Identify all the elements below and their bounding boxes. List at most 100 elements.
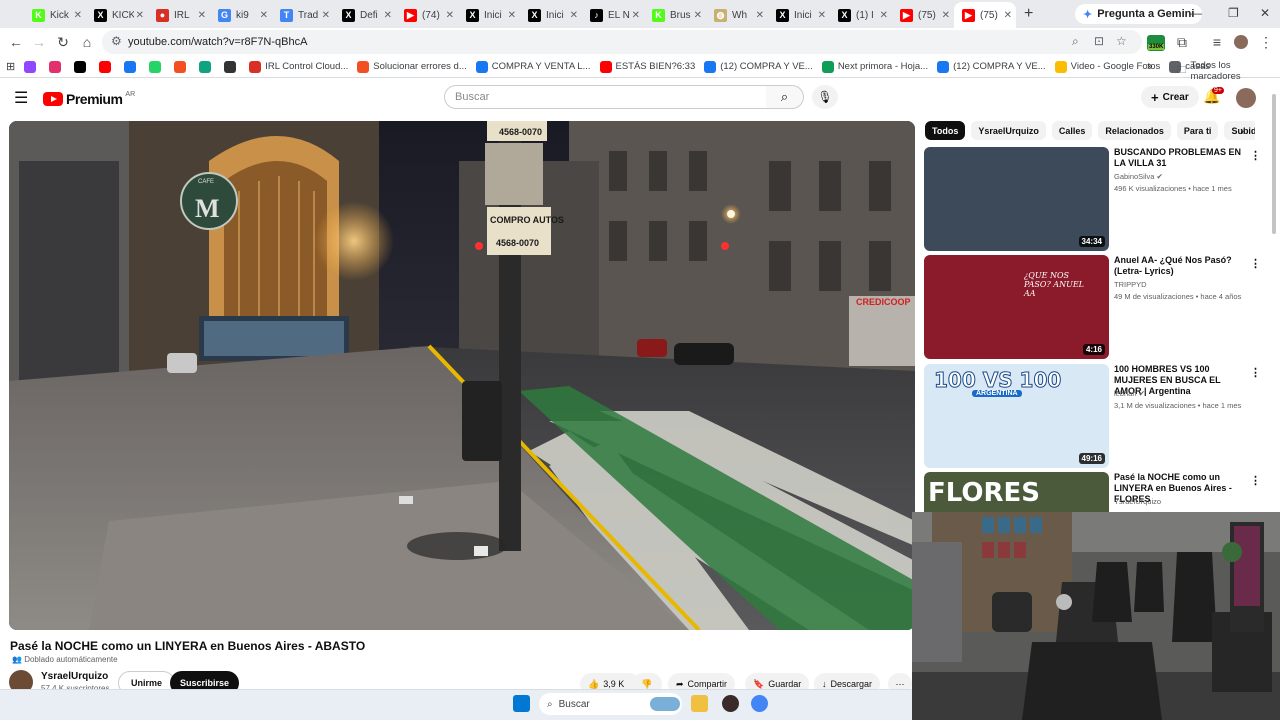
- close-tab-icon[interactable]: ✕: [756, 10, 764, 21]
- channel-name[interactable]: YsraelUrquizo: [41, 671, 108, 682]
- account-avatar[interactable]: [1236, 88, 1256, 108]
- close-tab-icon[interactable]: ✕: [942, 10, 950, 21]
- bookmark-12[interactable]: ESTÁS BIEN?6:33: [599, 60, 695, 73]
- tab-0[interactable]: K Kick ✕: [24, 2, 86, 28]
- all-bookmarks[interactable]: 🗀 Todos los marcadores: [1177, 60, 1280, 82]
- bookmark-7[interactable]: [199, 60, 215, 73]
- tab-8[interactable]: X Inici ✕: [520, 2, 582, 28]
- bookmark-star-icon[interactable]: ☆: [1116, 34, 1127, 48]
- tab-6[interactable]: ▶ (74) ✕: [396, 2, 458, 28]
- bookmark-13[interactable]: (12) COMPRA Y VE...: [704, 60, 813, 73]
- youtube-logo[interactable]: Premium AR: [43, 91, 135, 107]
- new-tab-icon[interactable]: +: [1024, 5, 1042, 23]
- bookmark-15[interactable]: (12) COMPRA Y VE...: [937, 60, 1046, 73]
- hamburger-menu-icon[interactable]: ☰: [14, 88, 28, 108]
- file-explorer-icon[interactable]: [691, 695, 708, 712]
- tab-13[interactable]: X (1) I ✕: [830, 2, 892, 28]
- close-tab-icon[interactable]: ✕: [260, 10, 268, 21]
- close-tab-icon[interactable]: ✕: [818, 10, 826, 21]
- recommended-channel[interactable]: TRIPPYD: [1114, 280, 1147, 289]
- tab-7[interactable]: X Inici ✕: [458, 2, 520, 28]
- video-thumbnail[interactable]: ¿QUE NOS PASO? ANUEL AA 4:16: [924, 255, 1109, 359]
- more-options-icon[interactable]: ⋮: [1250, 257, 1261, 270]
- close-tab-icon[interactable]: ✕: [322, 10, 330, 21]
- bookmark-16[interactable]: Video - Google Fotos: [1054, 60, 1160, 73]
- chip-2[interactable]: Calles: [1051, 121, 1093, 140]
- video-thumbnail[interactable]: 34:34: [924, 147, 1109, 251]
- voice-search-button[interactable]: 🎙: [812, 85, 838, 109]
- tab-12[interactable]: X Inici ✕: [768, 2, 830, 28]
- more-options-icon[interactable]: ⋮: [1250, 149, 1261, 162]
- address-bar[interactable]: ⚙ youtube.com/watch?v=r8F7N-qBhcA ⌕ ⊡ ☆: [102, 30, 1142, 54]
- search-input[interactable]: Buscar: [444, 85, 767, 109]
- tab-9[interactable]: ♪ EL N ✕: [582, 2, 644, 28]
- profile-avatar[interactable]: [1234, 35, 1248, 49]
- tab-3[interactable]: Gki9 ✕: [210, 2, 272, 28]
- tab-15[interactable]: ▶ (75) ✕: [954, 2, 1016, 28]
- close-tab-icon[interactable]: ✕: [570, 10, 578, 21]
- bookmark-5[interactable]: [149, 60, 165, 73]
- close-tab-icon[interactable]: ✕: [694, 10, 702, 21]
- forward-icon[interactable]: →: [31, 34, 47, 50]
- recommended-channel[interactable]: lebriah ✔: [1114, 389, 1145, 398]
- create-button[interactable]: + Crear: [1141, 86, 1199, 108]
- video-thumbnail[interactable]: 100 VS 100 ARGENTINA 49:16: [924, 364, 1109, 468]
- recommended-video[interactable]: 34:34 BUSCANDO PROBLEMAS EN LA VILLA 31 Ga…: [924, 147, 1261, 251]
- chrome-icon[interactable]: [751, 695, 768, 712]
- search-button[interactable]: ⌕: [766, 85, 804, 109]
- bookmark-0[interactable]: [24, 60, 40, 73]
- minimize-icon[interactable]: —: [1190, 6, 1202, 20]
- windows-start-icon[interactable]: [513, 695, 530, 712]
- close-tab-icon[interactable]: ✕: [74, 10, 82, 21]
- close-tab-icon[interactable]: ✕: [136, 10, 144, 21]
- bookmark-1[interactable]: [49, 60, 65, 73]
- bookmark-9[interactable]: IRL Control Cloud...: [249, 60, 348, 73]
- close-tab-icon[interactable]: ✕: [446, 10, 454, 21]
- app-icon[interactable]: [722, 695, 739, 712]
- scrollbar[interactable]: [1272, 94, 1276, 234]
- tab-2[interactable]: ● IRL ✕: [148, 2, 210, 28]
- tab-4[interactable]: T Trad ✕: [272, 2, 334, 28]
- chip-3[interactable]: Relacionados: [1098, 121, 1171, 140]
- tab-14[interactable]: ▶ (75) ✕: [892, 2, 954, 28]
- tab-1[interactable]: X KICK ✕: [86, 2, 148, 28]
- bookmark-10[interactable]: Solucionar errores d...: [357, 60, 467, 73]
- tab-10[interactable]: K Brus ✕: [644, 2, 706, 28]
- close-tab-icon[interactable]: ✕: [880, 10, 888, 21]
- chip-4[interactable]: Para ti: [1176, 121, 1219, 140]
- back-icon[interactable]: ←: [8, 34, 24, 50]
- tab-5[interactable]: X Defi ✕: [334, 2, 396, 28]
- close-tab-icon[interactable]: ✕: [198, 10, 206, 21]
- tab-11[interactable]: ◍ Wh ✕: [706, 2, 768, 28]
- media-controls-icon[interactable]: ≡: [1209, 34, 1225, 50]
- bookmark-11[interactable]: COMPRA Y VENTA L...: [475, 60, 591, 73]
- recommended-video[interactable]: 100 VS 100 ARGENTINA 49:16 100 HOMBRES VS 1…: [924, 364, 1261, 468]
- recommended-video[interactable]: ¿QUE NOS PASO? ANUEL AA 4:16 Anuel AA- ¿Qu…: [924, 255, 1261, 359]
- recommended-title[interactable]: Anuel AA- ¿Qué Nos Pasó? (Letra- Lyrics): [1114, 255, 1244, 277]
- bookmark-2[interactable]: [74, 60, 90, 73]
- video-player[interactable]: CREDICOOP CAFE M 4568-0070 COMPRO AUTOS …: [9, 121, 915, 630]
- bookmark-3[interactable]: [99, 60, 115, 73]
- bookmark-14[interactable]: Next primora - Hoja...: [821, 60, 928, 73]
- chip-0[interactable]: Todos: [925, 121, 966, 140]
- close-tab-icon[interactable]: ✕: [384, 10, 392, 21]
- restore-icon[interactable]: ❐: [1228, 6, 1239, 20]
- bookmark-4[interactable]: [124, 60, 140, 73]
- chrome-menu-icon[interactable]: ⋮: [1258, 34, 1274, 51]
- recommended-channel[interactable]: YsraelUrquizo: [1114, 497, 1161, 506]
- recommended-channel[interactable]: GabinoSilva ✔: [1114, 172, 1163, 181]
- zoom-icon[interactable]: ⌕: [1072, 34, 1079, 49]
- extensions-puzzle-icon[interactable]: ⧉: [1174, 34, 1190, 51]
- more-bookmarks-icon[interactable]: »: [1147, 61, 1153, 72]
- more-options-icon[interactable]: ⋮: [1250, 366, 1261, 379]
- home-icon[interactable]: ⌂: [79, 34, 95, 50]
- gemini-button[interactable]: ✦ Pregunta a Gemini: [1075, 4, 1203, 24]
- chip-1[interactable]: YsraelUrquizo: [971, 121, 1046, 140]
- close-tab-icon[interactable]: ✕: [1004, 10, 1012, 21]
- install-app-icon[interactable]: ⊡: [1094, 34, 1104, 48]
- reload-icon[interactable]: ↻: [55, 34, 71, 51]
- close-window-icon[interactable]: ✕: [1260, 6, 1270, 20]
- recommended-title[interactable]: BUSCANDO PROBLEMAS EN LA VILLA 31: [1114, 147, 1244, 169]
- bookmark-6[interactable]: [174, 60, 190, 73]
- site-info-icon[interactable]: ⚙: [111, 34, 122, 48]
